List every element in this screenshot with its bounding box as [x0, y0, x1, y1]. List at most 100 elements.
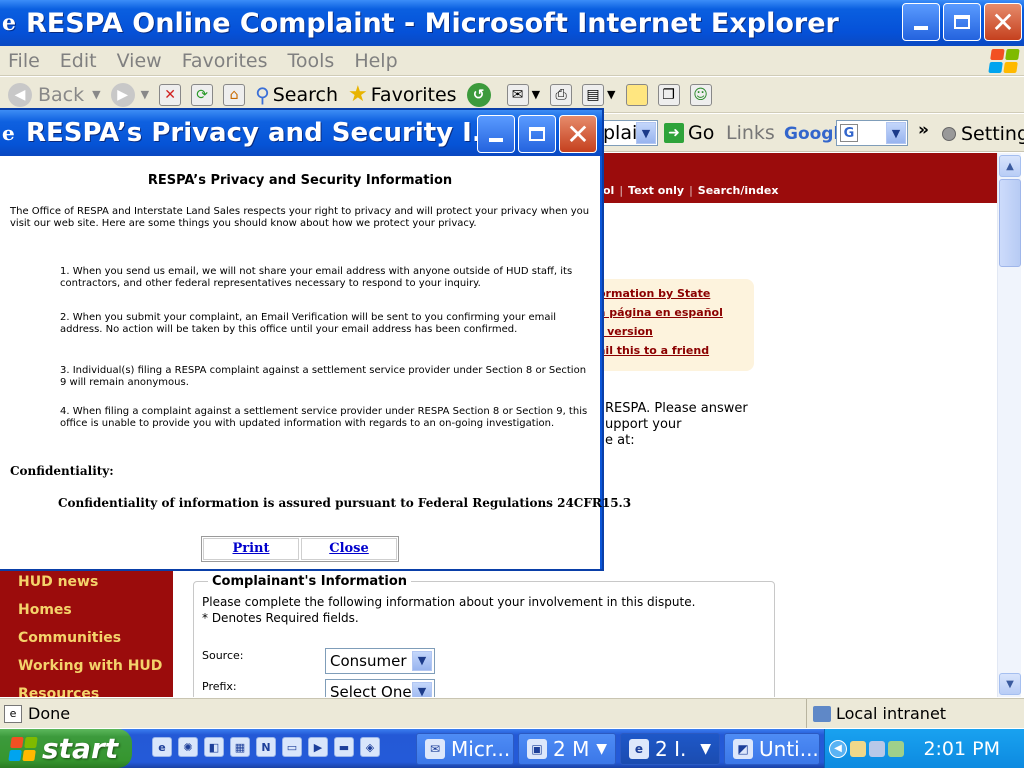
back-button[interactable]: ◀ Back ▼ [8, 82, 101, 107]
left-nav: HUD news Homes Communities Working with … [0, 568, 173, 697]
tray-network-icon[interactable] [869, 740, 885, 757]
toolbar-overflow-icon[interactable]: » [918, 120, 929, 140]
discuss-button[interactable] [625, 83, 648, 106]
messenger-button[interactable]: ☺ [689, 83, 712, 106]
favorites-button[interactable]: ★ Favorites [348, 82, 457, 107]
prefix-select[interactable]: Select One ▼ [325, 679, 435, 697]
privacy-item: 3. Individual(s) filing a RESPA complain… [60, 365, 587, 388]
go-button[interactable]: ➜ Go [664, 122, 714, 144]
refresh-button[interactable]: ⟳ [191, 83, 214, 106]
minimize-button[interactable] [902, 3, 940, 41]
info-link-print-version[interactable]: t version [598, 325, 754, 338]
popup-titlebar[interactable]: e RESPA’s Privacy and Security I... ✕ [0, 110, 602, 156]
prefix-value: Select One [330, 683, 412, 697]
show-hidden-icons-icon[interactable]: ◀ [829, 739, 847, 758]
tray-app-icon[interactable] [888, 740, 904, 757]
scroll-up-icon[interactable]: ▲ [999, 155, 1021, 177]
folder-task-icon: ▣ [527, 739, 547, 759]
start-button[interactable]: start [0, 729, 132, 768]
google-dropdown-icon[interactable]: ▼ [886, 122, 906, 144]
confidentiality-heading: Confidentiality: [10, 464, 114, 478]
window-controls: ✕ [902, 3, 1022, 41]
form-instructions: Please complete the following informatio… [202, 594, 695, 626]
settings-label: Setting [961, 123, 1024, 145]
popup-minimize-button[interactable] [477, 115, 515, 153]
info-link-state[interactable]: ormation by State [598, 287, 754, 300]
intro-text: RESPA. Please answer upport your e at: [605, 401, 765, 449]
task-button-group-m[interactable]: ▣ 2 M ▼ [518, 733, 616, 765]
nav-item-hud-news[interactable]: HUD news [0, 568, 173, 596]
popup-close-window-button[interactable]: ✕ [559, 115, 597, 153]
scroll-down-icon[interactable]: ▼ [999, 673, 1021, 695]
app-quicklaunch-icon[interactable]: ▭ [282, 737, 302, 757]
ie-quicklaunch-icon[interactable]: e [152, 737, 172, 757]
system-tray: ◀ 2:01 PM [824, 729, 1024, 768]
google-search-box[interactable]: G ▼ [836, 120, 908, 146]
header-link-fragment[interactable]: ol [603, 184, 614, 197]
menu-file[interactable]: File [8, 50, 40, 72]
edit-button[interactable]: ▤ ▼ [582, 83, 616, 106]
search-button[interactable]: ⚲ Search [255, 83, 338, 107]
task-button-outlook[interactable]: ✉ Micr... [416, 733, 514, 765]
privacy-item: 1. When you send us email, we will not s… [60, 266, 573, 289]
nav-item-homes[interactable]: Homes [0, 596, 173, 624]
print-button[interactable]: ⎙ [550, 83, 573, 106]
ie-titlebar[interactable]: e RESPA Online Complaint - Microsoft Int… [0, 0, 1024, 46]
media-quicklaunch-icon[interactable]: ▶ [308, 737, 328, 757]
google-g-icon: G [840, 124, 858, 142]
research-button[interactable]: ❐ [657, 83, 680, 106]
task-button-untitled[interactable]: ◩ Unti... [724, 733, 820, 765]
paint-task-icon: ◩ [733, 739, 753, 759]
scroll-thumb[interactable] [999, 179, 1021, 267]
edit-page-icon: ▤ [582, 83, 605, 106]
page-scrollbar[interactable]: ▲ ▼ [997, 153, 1021, 697]
chevron-down-icon[interactable]: ▼ [412, 682, 432, 697]
forward-dropdown-icon: ▼ [140, 88, 150, 101]
nav-item-working-with-hud[interactable]: Working with HUD [0, 652, 173, 680]
mail-button[interactable]: ✉ ▼ [506, 83, 540, 106]
menu-view[interactable]: View [117, 50, 162, 72]
app-quicklaunch-icon[interactable]: ▬ [334, 737, 354, 757]
settings-button[interactable]: Setting [942, 123, 1024, 145]
popup-maximize-button[interactable] [518, 115, 556, 153]
source-select[interactable]: Consumer ▼ [325, 648, 435, 674]
home-button[interactable]: ⌂ [223, 83, 246, 106]
chevron-down-icon: ▼ [700, 741, 711, 757]
tray-clock-icon[interactable] [850, 740, 866, 757]
app-quicklaunch-icon[interactable]: N [256, 737, 276, 757]
chevron-down-icon[interactable]: ▼ [412, 651, 432, 671]
print-link[interactable]: Print [203, 538, 299, 560]
forward-button[interactable]: ▶ ▼ [110, 82, 150, 107]
header-link-text-only[interactable]: Text only [628, 184, 684, 197]
app-quicklaunch-icon[interactable]: ✺ [178, 737, 198, 757]
task-button-group-ie[interactable]: e 2 I. ▼ [620, 733, 720, 765]
header-link-search-index[interactable]: Search/index [698, 184, 779, 197]
close-link[interactable]: Close [301, 538, 397, 560]
menu-tools[interactable]: Tools [288, 50, 335, 72]
history-button[interactable]: ↺ [466, 82, 497, 107]
info-link-espanol[interactable]: a página en español [598, 306, 754, 319]
popup-actions: Print Close [201, 536, 399, 562]
menu-help[interactable]: Help [354, 50, 397, 72]
messenger-icon: ☺ [689, 83, 712, 106]
app-quicklaunch-icon[interactable]: ◧ [204, 737, 224, 757]
app-quicklaunch-icon[interactable]: ◈ [360, 737, 380, 757]
links-button[interactable]: Links [726, 122, 775, 144]
menu-edit[interactable]: Edit [60, 50, 97, 72]
app-quicklaunch-icon[interactable]: ▦ [230, 737, 250, 757]
nav-item-resources[interactable]: Resources [0, 680, 173, 697]
task-label: Unti... [759, 737, 819, 761]
nav-item-communities[interactable]: Communities [0, 624, 173, 652]
info-link-email-friend[interactable]: ail this to a friend [598, 344, 754, 357]
restore-button[interactable] [943, 3, 981, 41]
menu-favorites[interactable]: Favorites [182, 50, 268, 72]
search-icon: ⚲ [255, 82, 270, 107]
chevron-down-icon[interactable]: ▼ [636, 122, 656, 144]
close-window-button[interactable]: ✕ [984, 3, 1022, 41]
stop-button[interactable]: ✕ [159, 83, 182, 106]
taskbar: start e ✺ ◧ ▦ N ▭ ▶ ▬ ◈ ✉ Micr... ▣ 2 M … [0, 729, 1024, 768]
source-value: Consumer [330, 652, 407, 670]
clock[interactable]: 2:01 PM [923, 738, 1000, 760]
history-icon: ↺ [466, 82, 491, 107]
outlook-task-icon: ✉ [425, 739, 445, 759]
